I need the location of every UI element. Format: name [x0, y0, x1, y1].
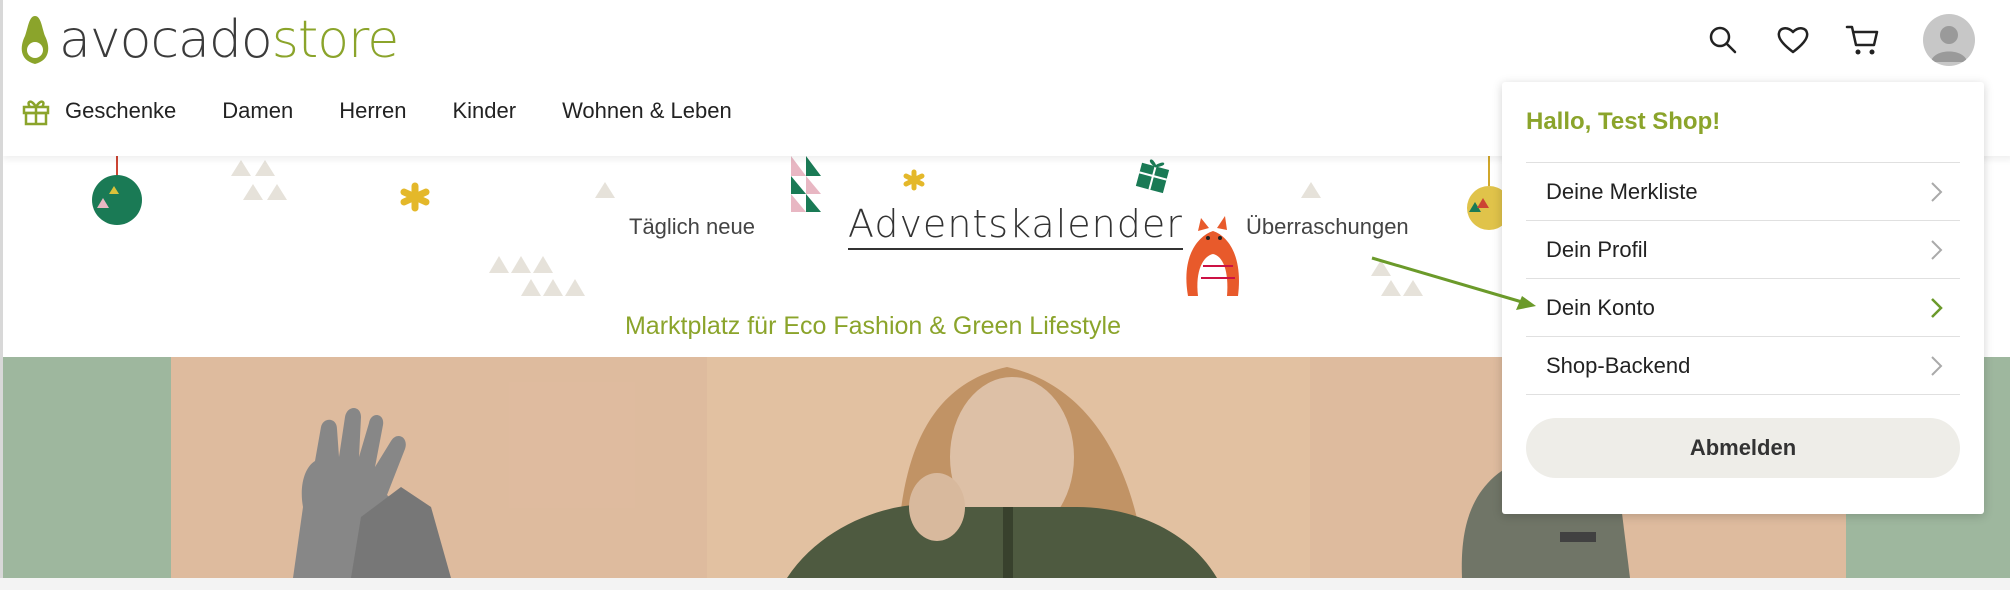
logo-text-avocado: avocado — [59, 10, 273, 70]
nav-label-kinder: Kinder — [452, 98, 517, 123]
nav-item-geschenke[interactable]: Geschenke — [21, 96, 176, 126]
gift-icon — [22, 100, 50, 126]
account-menu-item-konto[interactable]: Dein Konto — [1526, 279, 1960, 337]
main-nav: Geschenke Damen Herren Kinder Wohnen & L… — [21, 96, 778, 126]
search-icon[interactable] — [1703, 20, 1743, 60]
avocado-logo-icon — [21, 16, 49, 64]
banner-text-left: Täglich neue — [629, 214, 755, 239]
chevron-right-icon — [1931, 181, 1943, 202]
user-silhouette-icon — [1931, 26, 1967, 62]
chevron-right-icon — [1931, 239, 1943, 260]
nav-label-geschenke: Geschenke — [65, 98, 177, 123]
heart-icon[interactable] — [1773, 20, 1813, 60]
account-menu-label-konto: Dein Konto — [1546, 294, 1655, 320]
banner-subtitle-text: Marktplatz für Eco Fashion & Green Lifes… — [624, 312, 1122, 340]
chevron-right-icon — [1931, 297, 1943, 318]
logout-button[interactable]: Abmelden — [1526, 418, 1960, 478]
chevron-right-icon — [1931, 355, 1943, 376]
nav-label-damen: Damen — [222, 98, 294, 123]
logo[interactable]: avocado store — [17, 10, 400, 70]
nav-item-kinder[interactable]: Kinder — [452, 98, 516, 124]
account-dropdown: Hallo, Test Shop! Deine Merkliste Dein P… — [1502, 82, 1984, 514]
nav-label-herren: Herren — [339, 98, 407, 123]
account-greeting: Hallo, Test Shop! — [1526, 108, 1721, 135]
cart-icon[interactable] — [1843, 20, 1883, 60]
avatar[interactable] — [1923, 14, 1975, 66]
account-menu-label-shop-backend: Shop-Backend — [1546, 352, 1691, 378]
nav-label-wohnen-leben: Wohnen & Leben — [562, 98, 732, 123]
account-menu-label-merkliste: Deine Merkliste — [1546, 178, 1698, 204]
nav-item-damen[interactable]: Damen — [222, 98, 293, 124]
header-icons — [1673, 14, 1975, 66]
banner-text-right: Überraschungen — [1246, 214, 1409, 239]
nav-item-wohnen-leben[interactable]: Wohnen & Leben — [562, 98, 732, 124]
nav-item-herren[interactable]: Herren — [339, 98, 406, 124]
account-menu-label-profil: Dein Profil — [1546, 236, 1648, 262]
banner-title[interactable]: Adventskalender — [848, 202, 1183, 250]
account-menu-item-shop-backend[interactable]: Shop-Backend — [1526, 337, 1960, 395]
logo-text-store: store — [271, 10, 400, 70]
account-menu-item-merkliste[interactable]: Deine Merkliste — [1526, 163, 1960, 221]
account-menu-list: Deine Merkliste Dein Profil Dein Konto S… — [1526, 162, 1960, 395]
account-menu-item-profil[interactable]: Dein Profil — [1526, 221, 1960, 279]
